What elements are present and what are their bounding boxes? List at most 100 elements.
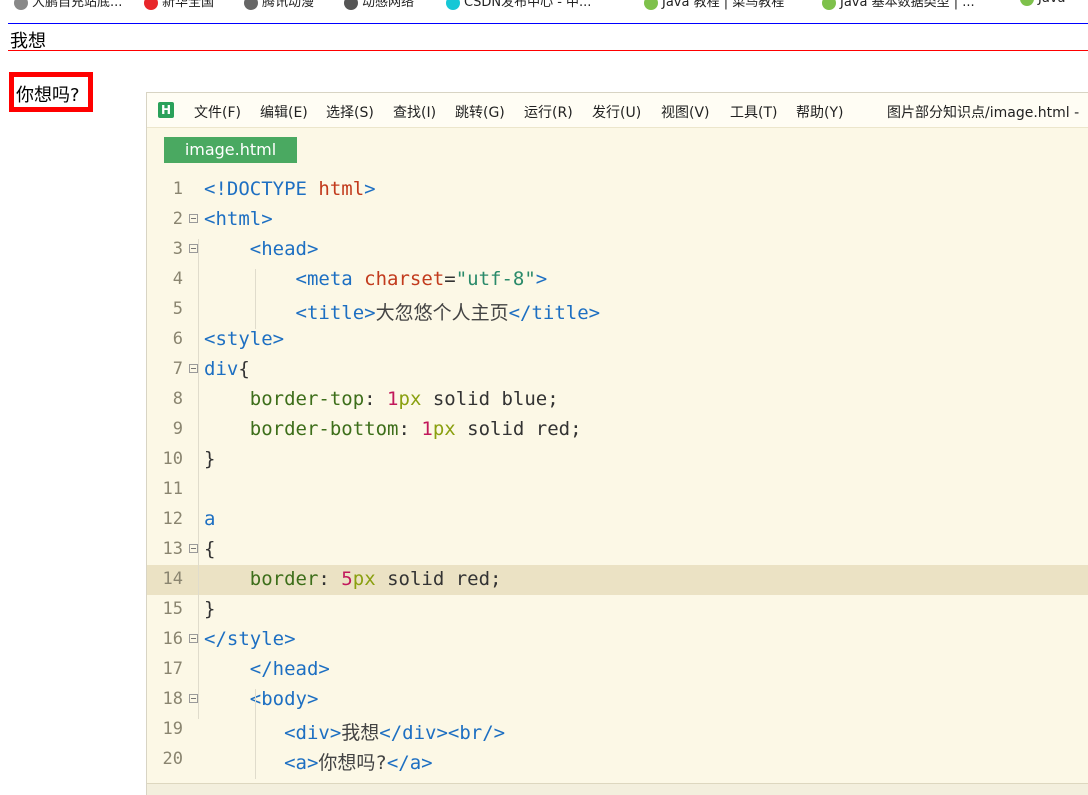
bookmark-favicon-icon: [446, 0, 460, 10]
fold-toggle-icon[interactable]: [189, 364, 198, 373]
code-text: {: [204, 538, 215, 560]
code-token: <style>: [204, 328, 285, 350]
line-number: 4: [172, 269, 183, 289]
bookmark-item[interactable]: CSDN发布中心 - 中...: [446, 0, 592, 10]
code-token: 我想: [341, 722, 380, 744]
code-text: a: [204, 508, 215, 530]
code-token: charset: [364, 268, 445, 290]
bookmark-label: 大鹏自充站底...: [32, 0, 123, 10]
line-number: 19: [162, 719, 183, 739]
code-line[interactable]: 13 {: [147, 535, 1088, 565]
code-token: :: [364, 388, 388, 410]
code-token: <head>: [249, 238, 319, 260]
status-bar: [147, 783, 1088, 795]
code-line[interactable]: 19 <div>我想</div><br/>: [147, 715, 1088, 745]
line-number: 20: [162, 749, 183, 769]
code-token: <meta: [295, 268, 365, 290]
bookmark-item[interactable]: 腾讯动漫: [244, 0, 315, 10]
menu-item[interactable]: 编辑(E): [260, 102, 308, 122]
code-token: solid blue;: [421, 388, 559, 410]
line-number: 12: [162, 509, 183, 529]
code-line[interactable]: 20 <a>你想吗?</a>: [147, 745, 1088, 775]
code-line[interactable]: 10}: [147, 445, 1088, 475]
bookmarks-bar: 大鹏自充站底... 新华全国 腾讯动漫 动感网络 CSDN发布中心 - 中... Java…: [0, 0, 1088, 10]
bookmark-label: Java: [1038, 0, 1065, 6]
line-number: 8: [172, 389, 183, 409]
code-line[interactable]: 11: [147, 475, 1088, 505]
code-text: </head>: [204, 658, 330, 680]
code-line[interactable]: 7 div{: [147, 355, 1088, 385]
code-text: <body>: [204, 688, 319, 710]
line-number: 17: [162, 659, 183, 679]
bookmark-item[interactable]: Java 基本数据类型 | ...: [822, 0, 975, 10]
bookmark-item[interactable]: 新华全国: [144, 0, 215, 10]
code-text: <title>大忽悠个人主页</title>: [204, 298, 601, 325]
code-text: <div>我想</div><br/>: [204, 718, 505, 745]
bookmark-label: Java 基本数据类型 | ...: [840, 0, 975, 10]
bookmark-favicon-icon: [644, 0, 658, 10]
code-line[interactable]: 1 <!DOCTYPE html>: [147, 175, 1088, 205]
menu-item[interactable]: 视图(V): [661, 102, 710, 122]
code-area[interactable]: 1 <!DOCTYPE html> 2 <html> 3 <head> 4 <meta c…: [147, 175, 1088, 795]
code-token: </a>: [386, 752, 433, 774]
bookmark-favicon-icon: [144, 0, 158, 10]
tab-image-html[interactable]: image.html: [164, 137, 297, 163]
line-number: 3: [172, 239, 183, 259]
line-number: 2: [172, 209, 183, 229]
fold-toggle-icon[interactable]: [189, 244, 198, 253]
code-token: "utf-8": [455, 268, 536, 290]
menu-item[interactable]: 运行(R): [524, 102, 573, 122]
code-text: }: [204, 448, 215, 470]
demo-link[interactable]: 你想吗?: [9, 72, 93, 112]
code-line[interactable]: 2 <html>: [147, 205, 1088, 235]
code-text: border-bottom: 1px solid red;: [204, 418, 582, 440]
bookmark-favicon-icon: [1020, 0, 1034, 6]
code-line[interactable]: 8 border-top: 1px solid blue;: [147, 385, 1088, 415]
bookmark-label: 新华全国: [162, 0, 215, 10]
code-line[interactable]: 6 <style>: [147, 325, 1088, 355]
code-token: :: [398, 418, 422, 440]
code-line[interactable]: 5 <title>大忽悠个人主页</title>: [147, 295, 1088, 325]
menu-item[interactable]: 发行(U): [592, 102, 641, 122]
code-line[interactable]: 15}: [147, 595, 1088, 625]
code-line[interactable]: 3 <head>: [147, 235, 1088, 265]
bookmark-item[interactable]: Java: [1020, 0, 1065, 9]
code-line[interactable]: 12 a: [147, 505, 1088, 535]
bookmark-favicon-icon: [244, 0, 258, 10]
menu-item[interactable]: 查找(I): [393, 102, 436, 122]
code-token: =: [444, 268, 456, 290]
code-token: </title>: [508, 302, 601, 324]
code-token: 5: [341, 568, 353, 590]
fold-toggle-icon[interactable]: [189, 214, 198, 223]
code-token: <html>: [204, 208, 273, 230]
code-line[interactable]: 18 <body>: [147, 685, 1088, 715]
code-line[interactable]: 14 border: 5px solid red;: [147, 565, 1088, 595]
menu-item[interactable]: 帮助(Y): [796, 102, 843, 122]
bookmark-item[interactable]: Java 教程 | 菜鸟教程: [644, 0, 784, 10]
bookmark-item[interactable]: 动感网络: [344, 0, 415, 10]
bookmark-label: 动感网络: [362, 0, 415, 10]
code-token: a: [204, 508, 216, 530]
menu-item[interactable]: 工具(T): [730, 102, 777, 122]
bookmark-favicon-icon: [344, 0, 358, 10]
code-line[interactable]: 17 </head>: [147, 655, 1088, 685]
code-line[interactable]: 4 <meta charset="utf-8">: [147, 265, 1088, 295]
menu-item[interactable]: 选择(S): [326, 102, 374, 122]
menu-item[interactable]: 文件(F): [194, 102, 241, 122]
code-text: <style>: [204, 328, 284, 350]
menu-item[interactable]: 跳转(G): [455, 102, 505, 122]
fold-toggle-icon[interactable]: [189, 544, 198, 553]
bookmark-label: 腾讯动漫: [262, 0, 315, 10]
code-token: <div>: [284, 722, 342, 744]
code-line[interactable]: 16 </style>: [147, 625, 1088, 655]
bookmark-label: CSDN发布中心 - 中...: [464, 0, 592, 10]
line-number: 11: [162, 479, 183, 499]
bookmark-item[interactable]: 大鹏自充站底...: [14, 0, 123, 10]
fold-toggle-icon[interactable]: [189, 634, 198, 643]
fold-toggle-icon[interactable]: [189, 694, 198, 703]
code-line[interactable]: 9 border-bottom: 1px solid red;: [147, 415, 1088, 445]
